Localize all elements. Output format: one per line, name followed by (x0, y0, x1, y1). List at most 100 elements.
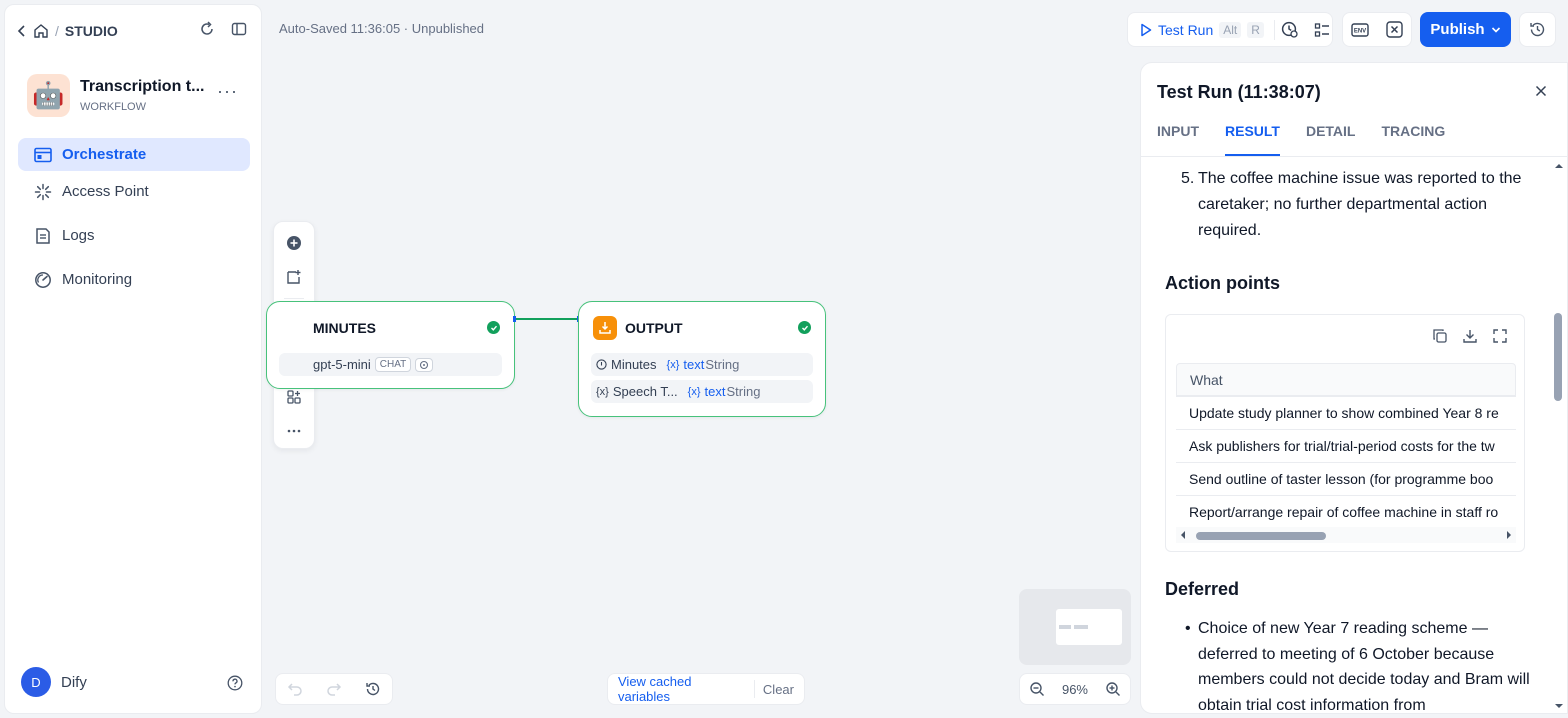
user-name: Dify (61, 673, 87, 691)
zoom-out-icon[interactable] (1029, 681, 1045, 697)
app-card[interactable]: 🤖 Transcription t... WORKFLOW (27, 74, 204, 117)
clear-button[interactable]: Clear (763, 682, 794, 697)
redo-icon[interactable] (326, 682, 342, 696)
app-avatar: 🤖 (27, 74, 70, 117)
shortcut-r: R (1247, 21, 1264, 38)
tab-detail[interactable]: DETAIL (1306, 123, 1356, 156)
variable-type: String (726, 384, 761, 399)
home-icon[interactable] (33, 23, 49, 39)
model-settings-icon (415, 357, 434, 372)
vertical-scrollbar[interactable] (1554, 313, 1562, 401)
shortcut-alt: Alt (1219, 21, 1242, 38)
history-icon[interactable] (365, 681, 381, 697)
variable-icon: {x} (596, 385, 609, 398)
sidebar-item-label: Logs (62, 227, 95, 244)
bullet: • (1185, 620, 1191, 637)
sidebar-item-monitoring[interactable]: Monitoring (18, 263, 250, 296)
sidebar-item-logs[interactable]: Logs (18, 219, 250, 252)
close-icon[interactable] (1535, 85, 1547, 97)
test-run-group: Test Run Alt R (1127, 12, 1333, 47)
monitoring-icon (34, 271, 52, 289)
tab-input[interactable]: INPUT (1157, 123, 1199, 156)
user-menu[interactable]: D Dify (21, 667, 87, 697)
publish-button[interactable]: Publish (1420, 12, 1511, 47)
history-icon (1529, 21, 1546, 38)
scroll-down-arrow[interactable] (1554, 703, 1564, 709)
tab-tracing[interactable]: TRACING (1381, 123, 1445, 156)
undo-icon[interactable] (287, 682, 303, 696)
history-controls (275, 673, 393, 705)
breadcrumb-studio[interactable]: STUDIO (65, 23, 118, 39)
table-row: Ask publishers for trial/trial-period co… (1176, 429, 1516, 462)
minutes-node[interactable]: MINUTES gpt-5-mini CHAT (266, 301, 515, 389)
sidebar-item-label: Orchestrate (62, 146, 147, 163)
collapse-sidebar-icon[interactable] (231, 21, 247, 37)
checklist-icon[interactable] (1314, 22, 1330, 38)
variable-icon: {x} (687, 385, 701, 398)
sidebar-item-label: Access Point (62, 183, 149, 200)
output-icon (593, 316, 617, 340)
zoom-in-icon[interactable] (1105, 681, 1121, 697)
chat-chip: CHAT (374, 357, 412, 372)
zoom-level[interactable]: 96% (1062, 682, 1088, 697)
info-icon (596, 359, 607, 370)
sidebar: / STUDIO 🤖 Transcription t... WORKFLOW ·… (4, 4, 262, 714)
orchestrate-icon (34, 147, 52, 163)
horizontal-scrollbar[interactable] (1176, 527, 1516, 543)
refresh-icon[interactable] (199, 21, 215, 37)
variable-type: String (705, 357, 740, 372)
cached-variables-bar: View cached variables Clear (607, 673, 805, 705)
panel-title: Test Run (11:38:07) (1157, 82, 1321, 102)
scroll-up-arrow[interactable] (1554, 163, 1564, 169)
list-item: Choice of new Year 7 reading scheme — de… (1198, 620, 1530, 714)
conversation-variables-icon[interactable] (1386, 21, 1403, 38)
test-run-button[interactable]: Test Run (1158, 22, 1213, 38)
env-conversation-group: ENV (1342, 12, 1412, 47)
avatar: D (21, 667, 51, 697)
breadcrumb: / STUDIO (17, 21, 118, 41)
add-note-button[interactable] (278, 264, 310, 290)
access-point-icon (34, 183, 52, 201)
version-history-button[interactable] (1519, 12, 1556, 47)
sidebar-item-access-point[interactable]: Access Point (18, 175, 250, 208)
divider (1273, 19, 1275, 40)
output-variable-row: Minutes {x} text String (591, 353, 813, 376)
variable-ref: text (683, 357, 705, 372)
sidebar-item-orchestrate[interactable]: Orchestrate (18, 138, 250, 171)
table-row: Report/arrange repair of coffee machine … (1176, 495, 1516, 528)
view-cached-variables-button[interactable]: View cached variables (618, 674, 746, 704)
success-check-icon (487, 321, 500, 334)
breadcrumb-separator: / (55, 23, 59, 39)
fullscreen-icon[interactable] (1492, 328, 1508, 344)
env-variables-icon[interactable]: ENV (1351, 22, 1369, 38)
mini-map[interactable] (1019, 589, 1131, 665)
table-row: Update study planner to show combined Ye… (1176, 396, 1516, 429)
play-icon (1140, 23, 1152, 37)
copy-icon[interactable] (1432, 328, 1448, 344)
checklist-clock-icon[interactable] (1281, 21, 1298, 38)
variable-name: Minutes (611, 357, 657, 372)
table-header-cell: What (1176, 363, 1516, 396)
mini-map-node (1074, 625, 1088, 629)
variable-ref: text (704, 384, 726, 399)
test-run-panel: Test Run (11:38:07) INPUT RESULT DETAIL … (1140, 62, 1568, 714)
add-node-button[interactable] (278, 230, 310, 256)
help-icon[interactable] (227, 675, 243, 691)
scroll-left-arrow[interactable] (1180, 530, 1186, 540)
publish-label: Publish (1430, 21, 1485, 38)
deferred-heading: Deferred (1165, 579, 1240, 599)
scroll-right-arrow[interactable] (1506, 530, 1512, 540)
tab-result[interactable]: RESULT (1225, 123, 1280, 156)
toolbar-divider (284, 298, 304, 299)
back-icon[interactable] (17, 24, 27, 38)
horizontal-scroll-thumb[interactable] (1196, 532, 1326, 540)
output-node[interactable]: OUTPUT Minutes {x} text String {x} Speec… (578, 301, 826, 417)
more-icon[interactable] (278, 418, 310, 444)
autosave-status: Auto-Saved 11:36:05 · Unpublished (279, 21, 485, 36)
success-check-icon (798, 321, 811, 334)
more-options-icon[interactable]: ··· (217, 81, 238, 102)
divider (753, 680, 755, 698)
variable-name: Speech T... (612, 384, 678, 399)
download-icon[interactable] (1462, 328, 1478, 344)
list-item-number: 5. (1181, 170, 1195, 187)
